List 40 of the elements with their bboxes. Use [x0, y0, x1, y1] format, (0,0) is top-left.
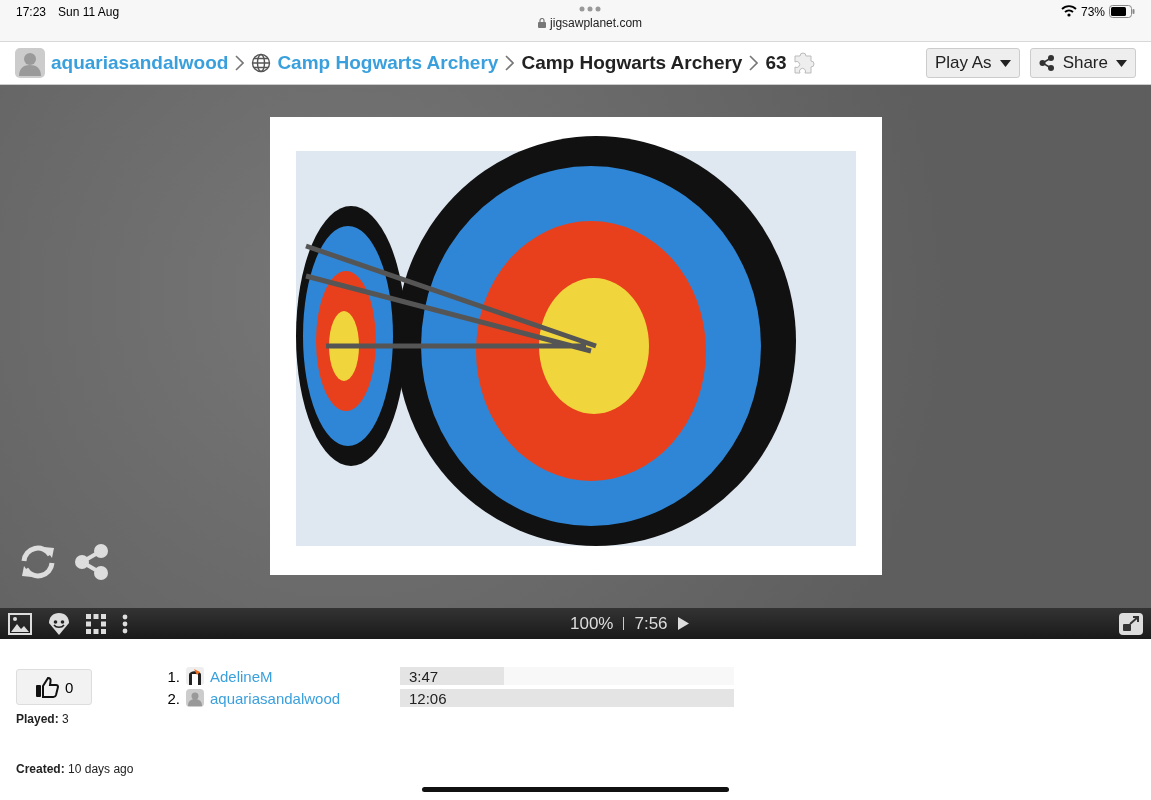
chevron-icon	[505, 55, 515, 71]
play-icon[interactable]	[677, 617, 689, 630]
share-icon[interactable]	[74, 544, 110, 580]
url-text[interactable]: jigsawplanet.com	[550, 16, 643, 30]
caret-icon	[1116, 59, 1127, 67]
more-menu-icon[interactable]	[122, 613, 128, 634]
puzzle-title: Camp Hogwarts Archery	[521, 52, 743, 74]
grid-icon[interactable]	[86, 613, 106, 634]
timer: 7:56	[634, 613, 668, 634]
status-date: Sun 11 Aug	[58, 5, 120, 21]
rank-number: 2.	[166, 689, 180, 707]
share-icon	[1038, 55, 1055, 71]
globe-icon	[251, 53, 272, 73]
battery-icon	[1109, 5, 1135, 18]
rank-number: 1.	[166, 667, 180, 685]
player-avatar-icon	[186, 689, 204, 707]
created-date: Created: 10 days ago	[16, 762, 135, 776]
piece-count: 63	[765, 52, 787, 74]
zoom-level: 100%	[570, 613, 614, 634]
image-icon[interactable]	[8, 612, 32, 635]
header-button[interactable]: Share	[1029, 48, 1136, 78]
header-button[interactable]: Play As	[925, 48, 1020, 78]
puzzle-piece-icon	[792, 50, 817, 76]
played-count: Played: 3	[16, 712, 70, 726]
ghost-icon[interactable]	[48, 611, 70, 636]
more-dots-icon[interactable]	[579, 6, 602, 12]
thumbs-up-icon	[35, 676, 59, 698]
avatar-icon	[15, 48, 45, 78]
lock-icon	[538, 18, 547, 28]
caret-icon	[999, 59, 1011, 67]
wifi-icon	[1060, 5, 1077, 17]
like-button[interactable]: 0	[16, 669, 93, 705]
time-bar: 3:47	[400, 667, 504, 685]
battery-percent: 73%	[1080, 5, 1105, 19]
fullscreen-icon[interactable]	[1119, 612, 1143, 635]
chevron-icon	[235, 55, 245, 71]
chevron-icon	[749, 55, 759, 71]
player-avatar-icon	[186, 667, 204, 685]
time-bar: 12:06	[400, 689, 734, 707]
status-time: 17:23	[16, 5, 47, 21]
